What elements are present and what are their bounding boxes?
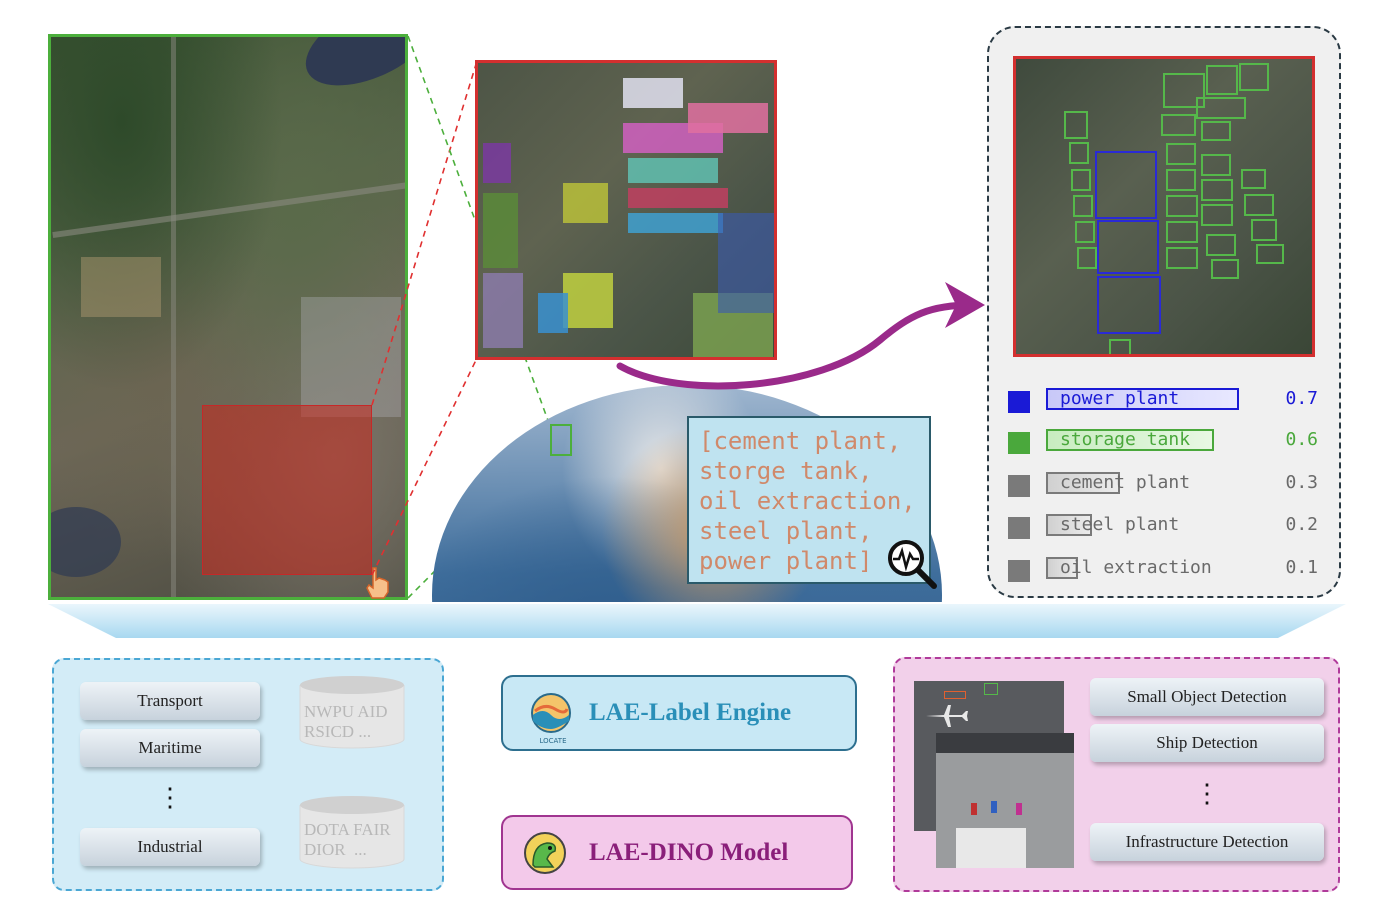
dataset-group-bottom: DOTA FAIR DIOR ...	[304, 820, 391, 859]
locate-logo-icon	[531, 693, 571, 733]
earth-region-marker	[550, 424, 572, 456]
pointer-hand-icon	[366, 567, 389, 599]
category-ellipsis: ⋮	[157, 783, 183, 812]
query-line: oil extraction,	[699, 487, 916, 515]
label-engine-button[interactable]: LOCATE LAE-Label Engine	[501, 675, 857, 751]
result-score: 0.3	[1285, 472, 1318, 493]
task-ellipsis: ⋮	[1194, 779, 1220, 808]
airplane-icon	[926, 705, 968, 727]
category-industrial[interactable]: Industrial	[80, 828, 260, 866]
result-score: 0.1	[1285, 557, 1318, 578]
result-row-storage-tank: storage tank 0.6	[1008, 427, 1318, 457]
result-row-steel-plant: steel plant 0.2	[1008, 512, 1318, 542]
result-row-cement-plant: cement plant 0.3	[1008, 470, 1318, 500]
category-maritime[interactable]: Maritime	[80, 729, 260, 767]
task-ship-detection[interactable]: Ship Detection	[1090, 724, 1324, 762]
result-score: 0.2	[1285, 514, 1318, 535]
logo-text: LOCATE	[539, 737, 567, 745]
task-small-object-detection[interactable]: Small Object Detection	[1090, 678, 1324, 716]
query-line: [cement plant,	[699, 427, 902, 455]
result-label: steel plant	[1060, 514, 1180, 535]
model-title: LAE-DINO Model	[589, 839, 789, 866]
color-swatch	[1008, 560, 1030, 582]
category-transport[interactable]: Transport	[80, 682, 260, 720]
search-signal-icon	[888, 540, 937, 589]
color-swatch	[1008, 391, 1030, 413]
detection-result-image	[1013, 56, 1315, 357]
divider-band	[48, 604, 1346, 638]
color-swatch	[1008, 517, 1030, 539]
color-swatch	[1008, 475, 1030, 497]
parking-lot-thumbnail	[936, 733, 1074, 868]
query-line: storge tank,	[699, 457, 873, 485]
color-swatch	[1008, 432, 1030, 454]
result-row-power-plant: power plant 0.7	[1008, 386, 1318, 416]
task-infrastructure-detection[interactable]: Infrastructure Detection	[1090, 823, 1324, 861]
result-label: cement plant	[1060, 472, 1191, 493]
selected-region-box[interactable]	[202, 405, 372, 575]
result-label: power plant	[1060, 388, 1180, 409]
result-label: storage tank	[1060, 429, 1191, 450]
engine-title: LAE-Label Engine	[589, 699, 792, 726]
dataset-group-top: NWPU AID RSICD ...	[304, 702, 388, 741]
dino-model-button[interactable]: LAE-DINO Model	[501, 815, 853, 890]
flow-arrow-icon	[616, 282, 985, 390]
detection-thumbnails	[914, 681, 1074, 868]
result-score: 0.7	[1285, 388, 1318, 409]
dino-logo-icon	[524, 832, 566, 874]
result-label: oil extraction	[1060, 557, 1212, 578]
result-score: 0.6	[1285, 429, 1318, 450]
result-row-oil-extraction: oil extraction 0.1	[1008, 555, 1318, 585]
